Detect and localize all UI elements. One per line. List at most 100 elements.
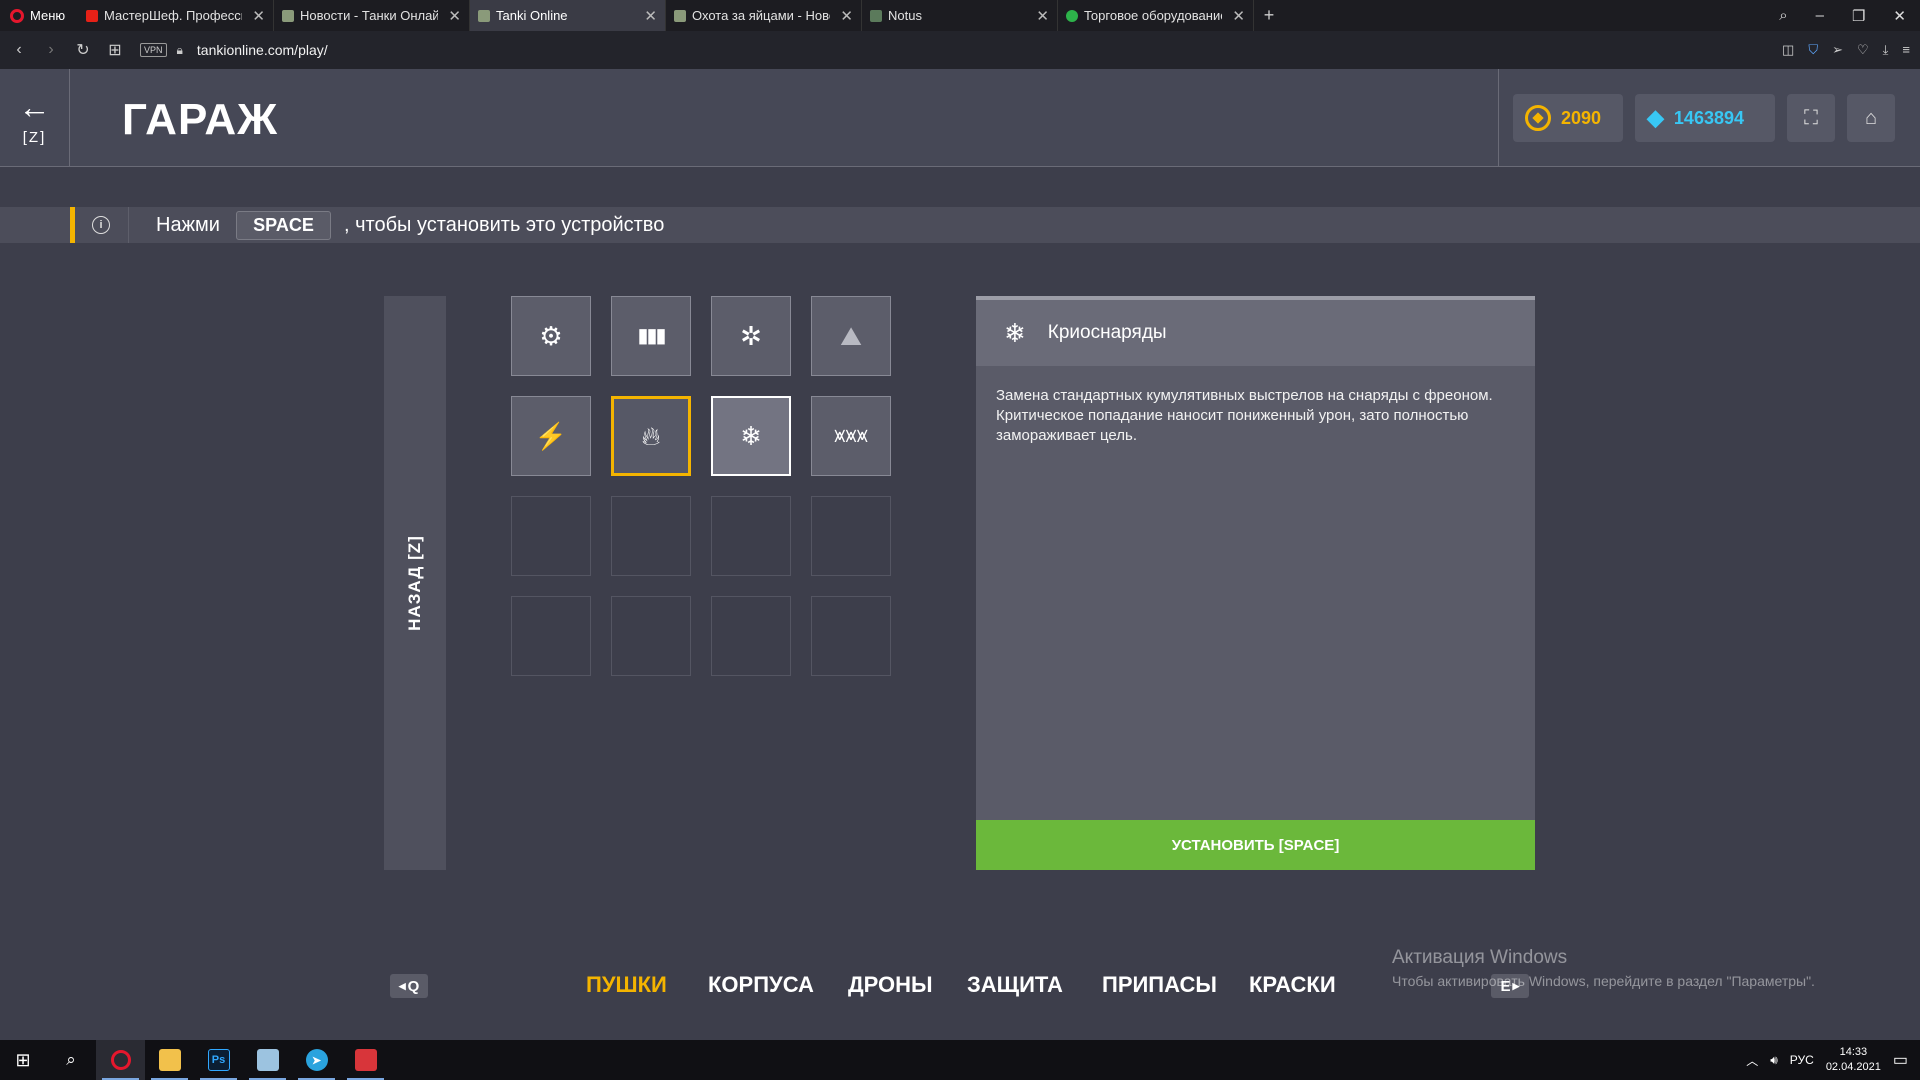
download-icon[interactable]: ⤓	[1883, 42, 1889, 58]
activation-watermark-text: Чтобы активировать Windows, перейдите в …	[1392, 973, 1815, 989]
taskbar-notepad[interactable]	[243, 1040, 292, 1080]
taskbar-telegram[interactable]: ➤	[292, 1040, 341, 1080]
category-paints[interactable]: КРАСКИ	[1249, 972, 1336, 998]
opera-logo-icon	[10, 8, 24, 23]
grid-item-electric-shell[interactable]: ⚡	[511, 396, 591, 476]
grid-item-cryo-shell[interactable]: ❄	[711, 396, 791, 476]
camera-icon[interactable]: ◫	[1782, 42, 1794, 58]
clock[interactable]: 14:33 02.04.2021	[1826, 1045, 1881, 1075]
tray-chevron-icon[interactable]: ︿	[1746, 1052, 1758, 1069]
incendiary-shell-icon: 🔥︎	[641, 421, 661, 451]
window-controls: ⌕ – ❐ ✕	[1779, 0, 1920, 31]
gold-balance[interactable]: 2090	[1513, 94, 1623, 142]
crystal-balance[interactable]: ◆ 1463894	[1635, 94, 1775, 142]
prev-category-button[interactable]: ◀ Q	[390, 974, 428, 998]
side-back-button[interactable]: НАЗАД [Z]	[384, 296, 446, 870]
grid-item-incendiary-shell[interactable]: 🔥︎	[611, 396, 691, 476]
send-icon[interactable]: ➢	[1832, 42, 1843, 58]
tank-icon	[674, 9, 686, 22]
side-back-label: НАЗАД [Z]	[405, 535, 424, 631]
address-bar-tools: ◫ ⛉ ➢ ♡ ⤓ ≡	[1782, 42, 1920, 58]
empty-slot	[511, 596, 591, 676]
grid-item-gear[interactable]: ⚙	[511, 296, 591, 376]
notifications-icon[interactable]: ▭	[1893, 1050, 1908, 1070]
chart-app-icon	[354, 1049, 377, 1071]
crystal-value: 1463894	[1673, 107, 1744, 128]
grid-item-rocket-battery[interactable]: ⩙⩙⩙	[811, 396, 891, 476]
detail-title: Криоснаряды	[1047, 322, 1167, 343]
header-back-button[interactable]: ← [Z]	[0, 69, 70, 167]
tab-notus[interactable]: Notus ✕	[862, 0, 1058, 31]
category-protection[interactable]: ЗАЩИТА	[967, 972, 1063, 998]
back-nav-icon[interactable]: ‹	[12, 41, 26, 59]
language-indicator[interactable]: РУС	[1790, 1053, 1814, 1067]
menu-lines-icon[interactable]: ≡	[1902, 42, 1910, 58]
close-icon[interactable]: ✕	[1232, 7, 1245, 25]
description-line: замораживает цель.	[996, 427, 1137, 444]
cryo-shell-icon: ❄	[1004, 317, 1026, 348]
notepad-icon	[256, 1049, 279, 1071]
tab-title: Новости - Танки Онлайн	[300, 8, 439, 23]
heart-icon[interactable]: ♡	[1857, 42, 1869, 58]
empty-slot	[511, 496, 591, 576]
category-guns[interactable]: ПУШКИ	[586, 972, 667, 998]
restore-icon[interactable]: ❐	[1852, 7, 1865, 25]
detail-description: Замена стандартных кумулятивных выстрело…	[976, 366, 1535, 466]
taskbar-search-button[interactable]: ⌕	[46, 1040, 96, 1080]
category-hulls[interactable]: КОРПУСА	[708, 972, 814, 998]
item-detail-panel: ❄ Криоснаряды Замена стандартных кумулят…	[976, 296, 1535, 870]
volume-icon[interactable]: 🔊︎	[1770, 1053, 1778, 1068]
gear-icon: ⚙	[539, 321, 563, 351]
tank-icon	[282, 9, 294, 22]
minimize-icon[interactable]: –	[1816, 7, 1824, 24]
tab-trade-equipment[interactable]: Торговое оборудование ✕	[1058, 0, 1254, 31]
grid-item-shrapnel[interactable]: ✲	[711, 296, 791, 376]
tab-tanki-online[interactable]: Tanki Online ✕	[470, 0, 666, 31]
install-button[interactable]: УСТАНОВИТЬ [SPACE]	[976, 820, 1535, 870]
grid-item-tank-shell[interactable]: ⛰	[811, 296, 891, 376]
hangar-icon: ⌂	[1864, 106, 1878, 129]
electric-shell-icon: ⚡	[534, 421, 568, 451]
photoshop-icon: Ps	[207, 1049, 230, 1071]
taskbar-explorer[interactable]	[145, 1040, 194, 1080]
close-icon[interactable]: ✕	[252, 7, 265, 25]
close-icon[interactable]: ✕	[644, 7, 657, 25]
tab-egg-hunt[interactable]: Охота за яйцами - Новости ✕	[666, 0, 862, 31]
cryo-shell-icon: ❄	[740, 421, 762, 451]
prev-key-label: Q	[407, 977, 420, 995]
close-icon[interactable]: ✕	[448, 7, 461, 25]
taskbar-photoshop[interactable]: Ps	[194, 1040, 243, 1080]
grid-item-ammo[interactable]: ▮▮▮	[611, 296, 691, 376]
opera-menu-button[interactable]: Меню	[0, 0, 78, 31]
lock-icon[interactable]: 🔒︎	[177, 43, 183, 58]
taskbar-app-red[interactable]	[341, 1040, 390, 1080]
tab-news-tanki[interactable]: Новости - Танки Онлайн ✕	[274, 0, 470, 31]
shield-icon[interactable]: ⛉	[1808, 42, 1818, 58]
empty-slot	[611, 596, 691, 676]
fullscreen-button[interactable]: ⛶	[1787, 94, 1835, 142]
tab-title: МастерШеф. Профессионалы	[104, 8, 242, 23]
new-tab-button[interactable]: +	[1254, 0, 1284, 31]
gold-coin-icon	[1525, 105, 1551, 131]
reload-icon[interactable]: ↻	[76, 40, 90, 60]
taskbar-opera[interactable]	[96, 1040, 145, 1080]
search-tabs-icon[interactable]: ⌕	[1779, 7, 1787, 24]
close-icon[interactable]: ✕	[1036, 7, 1049, 25]
start-button[interactable]: ⊞	[0, 1040, 46, 1080]
search-icon: ⌕	[66, 1050, 76, 1069]
url-field[interactable]: tankionline.com/play/	[197, 42, 328, 58]
game-header: ← [Z] ГАРАЖ 2090 ◆ 1463894 ⛶ ⌂	[0, 69, 1920, 167]
folder-icon	[158, 1049, 181, 1071]
empty-slot	[711, 496, 791, 576]
close-icon[interactable]: ✕	[840, 7, 853, 25]
info-icon: i	[92, 216, 110, 234]
forward-nav-icon[interactable]: ›	[44, 41, 58, 59]
detail-header: ❄ Криоснаряды	[976, 300, 1535, 366]
close-window-icon[interactable]: ✕	[1893, 7, 1906, 25]
category-drones[interactable]: ДРОНЫ	[848, 972, 933, 998]
speed-dial-icon[interactable]: ⊞	[108, 40, 122, 60]
category-supplies[interactable]: ПРИПАСЫ	[1102, 972, 1217, 998]
vpn-badge[interactable]: VPN	[140, 43, 167, 57]
home-button[interactable]: ⌂	[1847, 94, 1895, 142]
tab-masterchef[interactable]: МастерШеф. Профессионалы ✕	[78, 0, 274, 31]
